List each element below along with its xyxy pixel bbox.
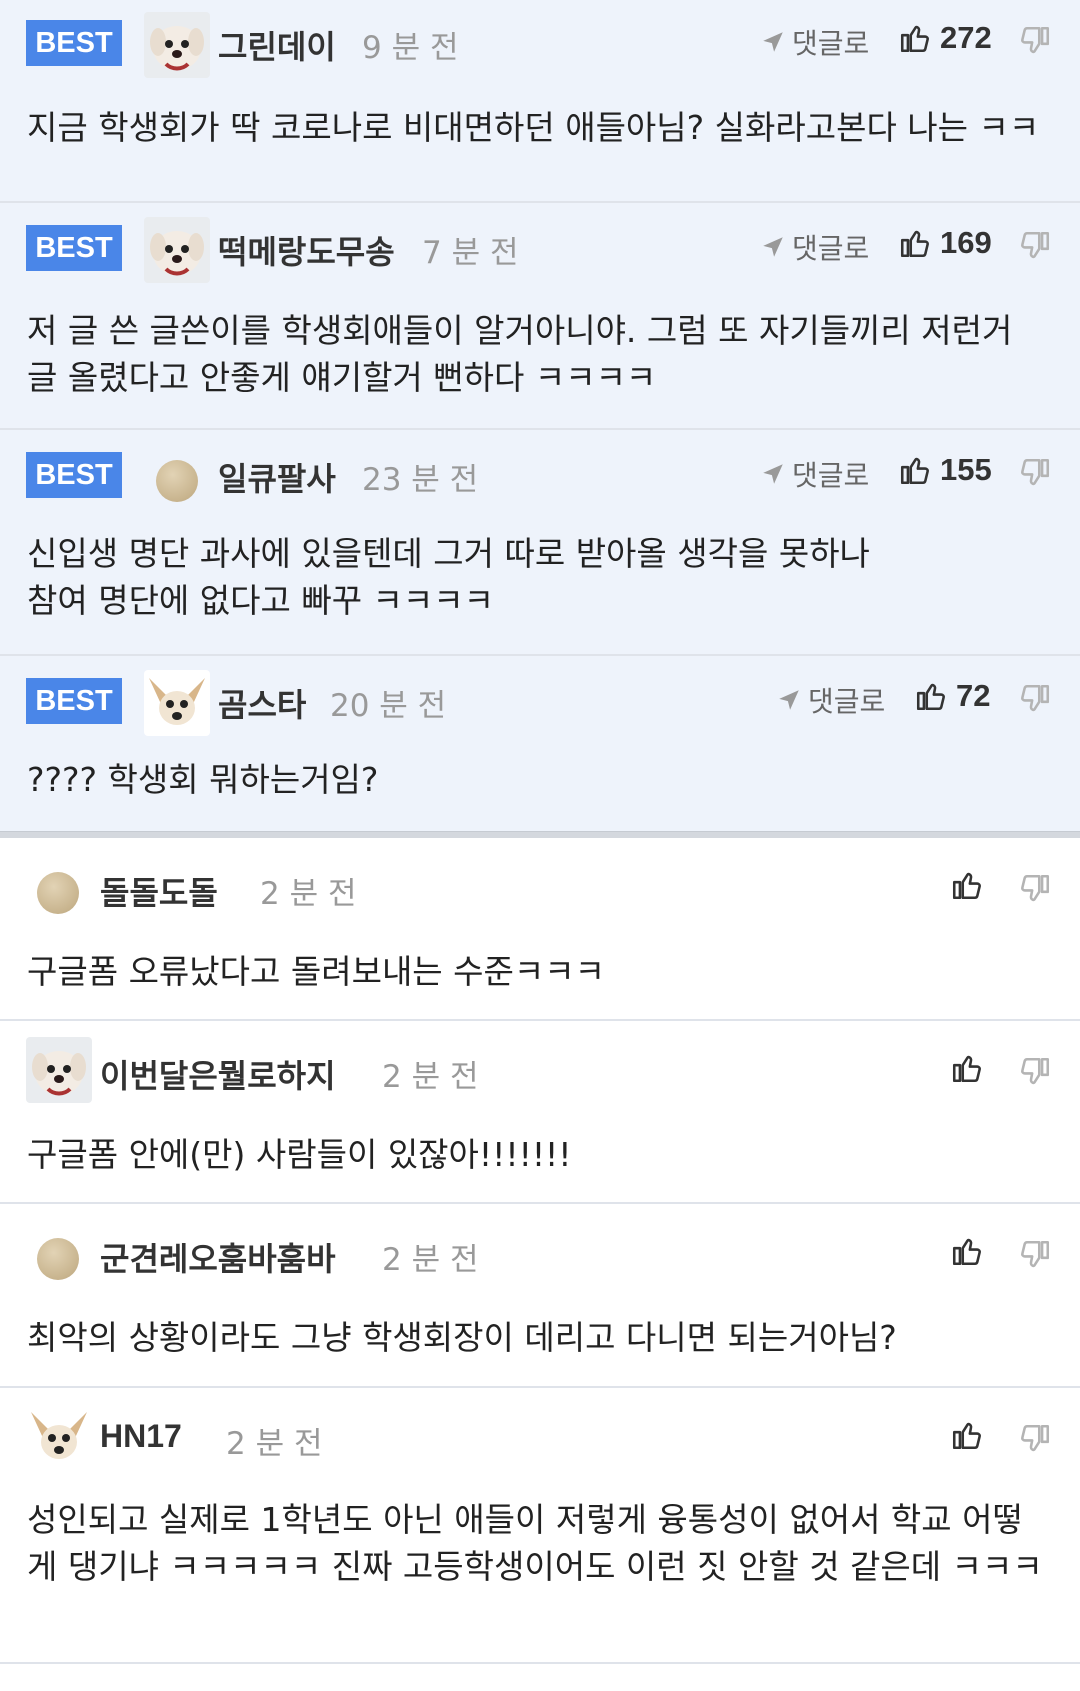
avatar[interactable] — [26, 1037, 92, 1103]
thumbs-up-icon[interactable] — [950, 1418, 984, 1452]
like-count: 272 — [940, 20, 992, 55]
comment-time: 9 분 전 — [362, 30, 459, 66]
reply-to-comment-button[interactable]: 댓글로 — [760, 22, 869, 62]
thumbs-up-icon[interactable] — [950, 868, 984, 902]
comment: 돌돌도돌 2 분 전 구글폼 오류났다고 돌려보내는 수준ㅋㅋㅋ — [0, 838, 1080, 1021]
comment-author[interactable]: 돌돌도돌 — [100, 868, 218, 914]
comment-time: 2 분 전 — [382, 1059, 479, 1095]
comment-author[interactable]: 떡메랑도무송 — [218, 227, 395, 273]
best-comment: BEST 일큐팔사 23 분 전 댓글로 155 신입생 명단 과사에 있을텐데… — [0, 430, 1080, 656]
avatar[interactable] — [144, 217, 210, 283]
best-section-divider — [0, 831, 1080, 838]
comment-text: 구글폼 오류났다고 돌려보내는 수준ㅋㅋㅋ — [27, 952, 605, 991]
avatar[interactable] — [37, 1238, 79, 1280]
best-comment: BEST 그린데이 9 분 전 댓글로 272 지금 학생회가 딱 코로나로 비… — [0, 0, 1080, 203]
thumbs-down-icon[interactable] — [1018, 229, 1052, 263]
best-comment: BEST 곰스타 20 분 전 댓글로 72 ???? 학생회 뭐하는거임? — [0, 656, 1080, 831]
best-badge: BEST — [26, 452, 122, 498]
thumbs-down-icon[interactable] — [1018, 456, 1052, 490]
comment-author[interactable]: 일큐팔사 — [218, 454, 336, 500]
avatar[interactable] — [37, 872, 79, 914]
comment: 군견레오훔바훔바 2 분 전 최악의 상황이라도 그냥 학생회장이 데리고 다니… — [0, 1204, 1080, 1388]
comment-text: 신입생 명단 과사에 있을텐데 그거 따로 받아올 생각을 못하나 참여 명단에… — [27, 534, 870, 620]
chihuahua-avatar-icon — [26, 1404, 92, 1470]
comment-time: 23 분 전 — [362, 462, 479, 498]
thumbs-down-icon[interactable] — [1018, 682, 1052, 716]
avatar[interactable] — [26, 1404, 92, 1470]
send-arrow-icon — [760, 29, 786, 55]
comment-author[interactable]: 군견레오훔바훔바 — [100, 1234, 336, 1280]
comment-time: 20 분 전 — [330, 688, 447, 724]
thumbs-up-icon — [898, 21, 932, 55]
reply-label: 댓글로 — [792, 27, 870, 60]
comment-author[interactable]: HN17 — [100, 1418, 182, 1455]
avatar[interactable] — [156, 460, 198, 502]
comment: HN17 2 분 전 성인되고 실제로 1학년도 아닌 애들이 저렇게 융통성이… — [0, 1388, 1080, 1664]
thumbs-down-icon[interactable] — [1018, 1055, 1052, 1089]
comment-text: 성인되고 실제로 1학년도 아닌 애들이 저렇게 융통성이 없어서 학교 어떻게… — [27, 1500, 1043, 1586]
comment-time: 2 분 전 — [382, 1242, 479, 1278]
thumbs-down-icon[interactable] — [1018, 1238, 1052, 1272]
chihuahua-avatar-icon — [144, 670, 210, 736]
thumbs-up-icon — [914, 679, 948, 713]
comment-author[interactable]: 그린데이 — [218, 22, 336, 68]
thumbs-up-icon[interactable] — [950, 1051, 984, 1085]
comment-author[interactable]: 이번달은뭘로하지 — [100, 1051, 336, 1097]
thumbs-down-icon[interactable] — [1018, 872, 1052, 906]
dog-avatar-icon — [144, 217, 210, 283]
reply-to-comment-button[interactable]: 댓글로 — [760, 227, 869, 267]
best-comment: BEST 떡메랑도무송 7 분 전 댓글로 169 저 글 쓴 글쓴이를 학생회… — [0, 203, 1080, 430]
send-arrow-icon — [760, 461, 786, 487]
send-arrow-icon — [776, 687, 802, 713]
reply-to-comment-button[interactable]: 댓글로 — [776, 680, 885, 720]
best-badge: BEST — [26, 678, 122, 724]
reply-label: 댓글로 — [792, 232, 870, 265]
like-button[interactable]: 72 — [914, 678, 990, 714]
best-badge: BEST — [26, 225, 122, 271]
comment: 이번달은뭘로하지 2 분 전 구글폼 안에(만) 사람들이 있잖아!!!!!!! — [0, 1021, 1080, 1204]
comment-time: 2 분 전 — [226, 1426, 323, 1462]
like-count: 72 — [956, 678, 991, 713]
thumbs-up-icon — [898, 226, 932, 260]
thumbs-up-icon — [898, 453, 932, 487]
like-button[interactable]: 169 — [898, 225, 992, 261]
thumbs-down-icon[interactable] — [1018, 1422, 1052, 1456]
comment-text: ???? 학생회 뭐하는거임? — [27, 760, 379, 799]
send-arrow-icon — [760, 234, 786, 260]
like-button[interactable]: 155 — [898, 452, 992, 488]
like-count: 169 — [940, 225, 992, 260]
comment-text: 지금 학생회가 딱 코로나로 비대면하던 애들아님? 실화라고본다 나는 ㅋㅋ — [27, 108, 1040, 147]
comment-author[interactable]: 곰스타 — [218, 680, 306, 726]
dog-avatar-icon — [144, 12, 210, 78]
dog-avatar-icon — [26, 1037, 92, 1103]
reply-to-comment-button[interactable]: 댓글로 — [760, 454, 869, 494]
comment-text: 저 글 쓴 글쓴이를 학생회애들이 알거아니야. 그럼 또 자기들끼리 저런거 … — [27, 311, 1013, 397]
comment-text: 최악의 상황이라도 그냥 학생회장이 데리고 다니면 되는거아님? — [27, 1318, 897, 1357]
thumbs-down-icon[interactable] — [1018, 24, 1052, 58]
comment-time: 2 분 전 — [260, 876, 357, 912]
thumbs-up-icon[interactable] — [950, 1234, 984, 1268]
comment-text: 구글폼 안에(만) 사람들이 있잖아!!!!!!! — [27, 1135, 572, 1174]
like-count: 155 — [940, 452, 992, 487]
avatar[interactable] — [144, 12, 210, 78]
avatar[interactable] — [144, 670, 210, 736]
comment-time: 7 분 전 — [422, 235, 519, 271]
reply-label: 댓글로 — [792, 459, 870, 492]
reply-label: 댓글로 — [808, 685, 886, 718]
like-button[interactable]: 272 — [898, 20, 992, 56]
best-badge: BEST — [26, 20, 122, 66]
